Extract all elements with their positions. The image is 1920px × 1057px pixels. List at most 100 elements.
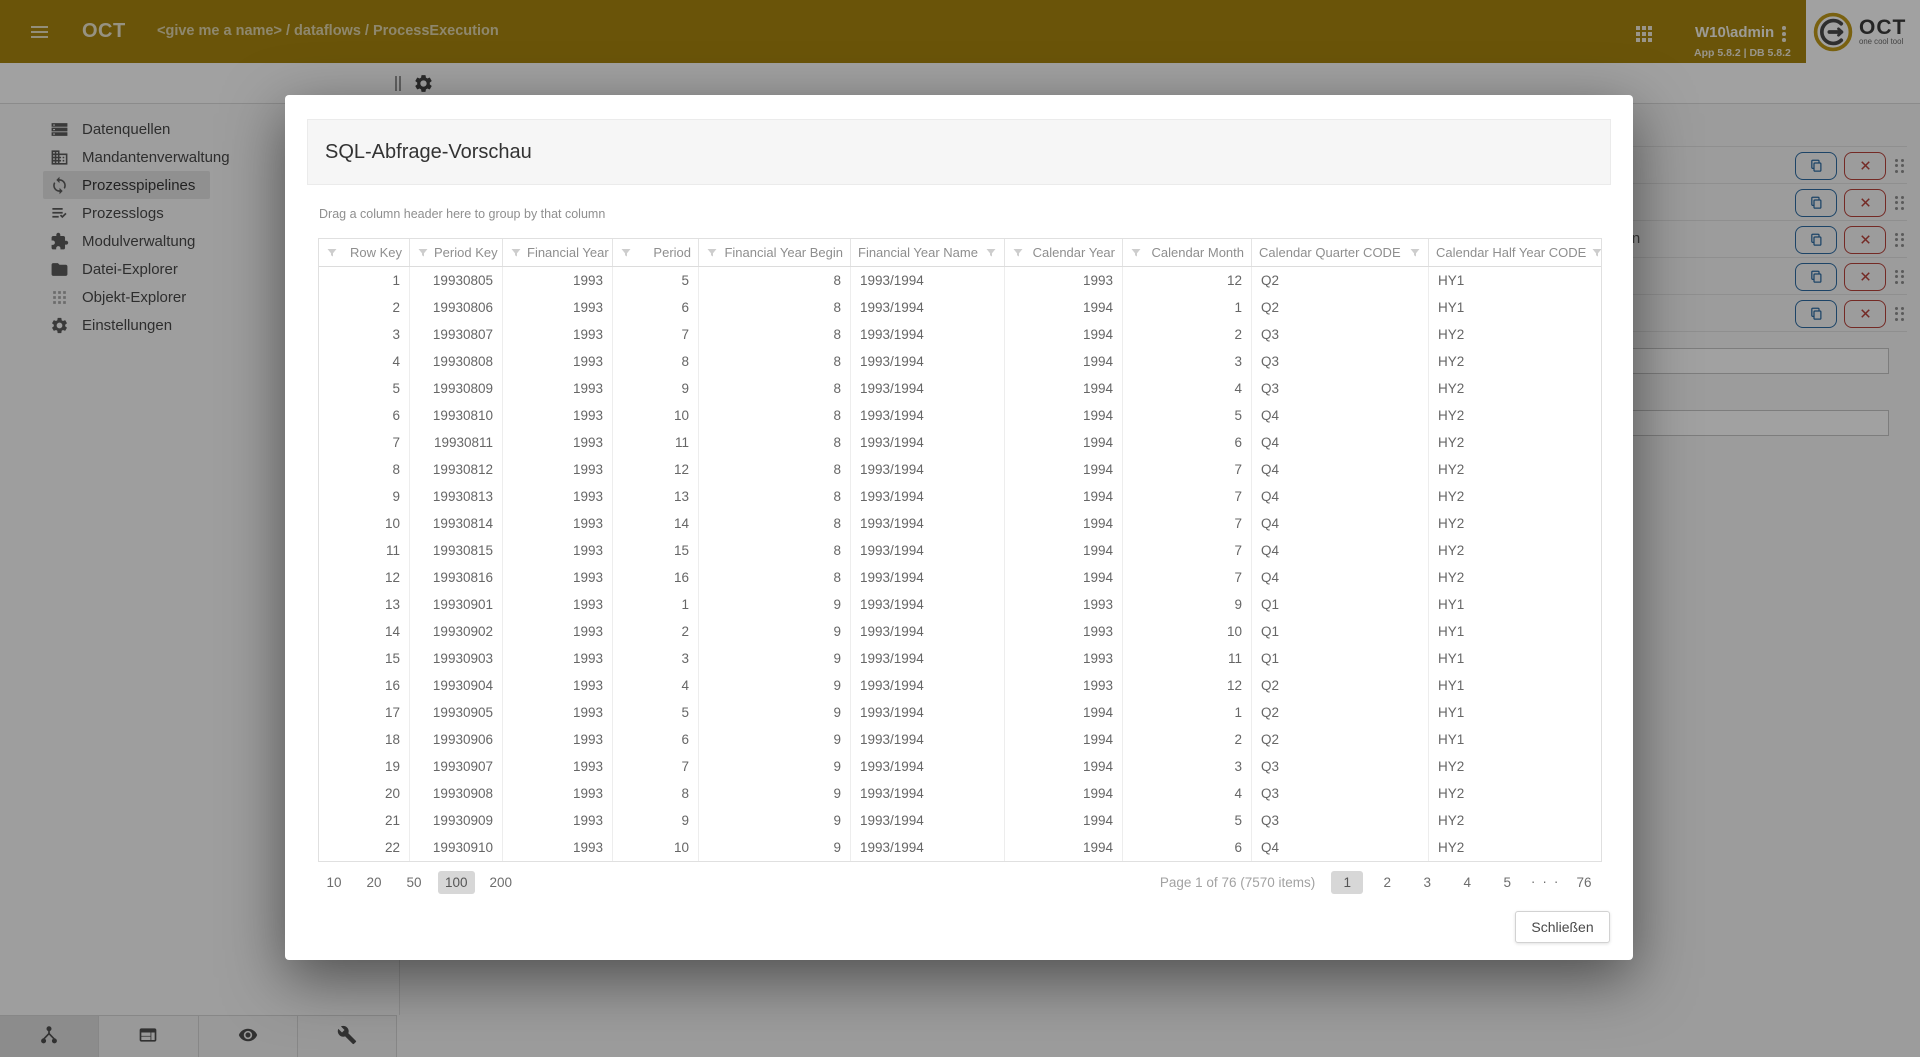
grid-cell: 1993/1994 [851, 591, 1005, 618]
grid-cell: HY1 [1429, 726, 1601, 753]
column-header-calendar-half-year-code[interactable]: Calendar Half Year CODE [1429, 239, 1601, 266]
column-header-financial-year[interactable]: Financial Year [503, 239, 613, 266]
grid-cell: 1993 [1005, 618, 1123, 645]
grid-cell: 8 [699, 456, 851, 483]
filter-icon[interactable] [510, 247, 522, 259]
grid-cell: Q4 [1252, 429, 1429, 456]
grid-cell: 1993/1994 [851, 726, 1005, 753]
column-header-financial-year-begin[interactable]: Financial Year Begin [699, 239, 851, 266]
grid-cell: 1993 [1005, 267, 1123, 294]
filter-icon[interactable] [1130, 247, 1142, 259]
grid-cell: 9 [699, 807, 851, 834]
page-buttons: 12345. . .76 [1331, 871, 1600, 894]
grid-cell: 1993/1994 [851, 537, 1005, 564]
sql-preview-dialog: SQL-Abfrage-Vorschau Drag a column heade… [285, 95, 1633, 960]
grid-cell: 1993/1994 [851, 348, 1005, 375]
grid-cell: 14 [613, 510, 699, 537]
filter-icon[interactable] [985, 247, 997, 259]
grid-row: 71993081119931181993/199419946Q4HY2 [319, 429, 1601, 456]
grid-cell: 1994 [1005, 780, 1123, 807]
grid-cell: 19930807 [410, 321, 503, 348]
grid-cell: HY2 [1429, 375, 1601, 402]
grid-cell: 1993 [503, 537, 613, 564]
grid-cell: 8 [699, 483, 851, 510]
page-size-10[interactable]: 10 [318, 871, 350, 894]
filter-icon[interactable] [1591, 247, 1601, 259]
page-button-2[interactable]: 2 [1371, 871, 1403, 894]
grid-cell: 2 [319, 294, 410, 321]
grid-cell: 1994 [1005, 537, 1123, 564]
page-button-1[interactable]: 1 [1331, 871, 1363, 894]
grid-row: 3199308071993781993/199419942Q3HY2 [319, 321, 1601, 348]
grid-cell: 1993/1994 [851, 807, 1005, 834]
column-header-period-key[interactable]: Period Key [410, 239, 503, 266]
grid-body: 1199308051993581993/1994199312Q2HY121993… [319, 267, 1601, 861]
grid-cell: HY2 [1429, 807, 1601, 834]
grid-cell: 1993 [503, 510, 613, 537]
column-header-row-key[interactable]: Row Key [319, 239, 410, 266]
page-button-4[interactable]: 4 [1451, 871, 1483, 894]
grid-cell: 2 [613, 618, 699, 645]
grid-cell: 4 [1123, 780, 1252, 807]
grid-row: 5199308091993981993/199419944Q3HY2 [319, 375, 1601, 402]
column-header-calendar-year[interactable]: Calendar Year [1005, 239, 1123, 266]
grid-cell: 11 [1123, 645, 1252, 672]
filter-icon[interactable] [620, 247, 632, 259]
filter-icon[interactable] [1012, 247, 1024, 259]
column-header-calendar-quarter-code[interactable]: Calendar Quarter CODE [1252, 239, 1429, 266]
page-button-76[interactable]: 76 [1568, 871, 1600, 894]
grid-cell: HY2 [1429, 780, 1601, 807]
grid-cell: 9 [699, 780, 851, 807]
grid-cell: 13 [613, 483, 699, 510]
grid-cell: HY1 [1429, 618, 1601, 645]
grid-row: 2199308061993681993/199419941Q2HY1 [319, 294, 1601, 321]
grid-cell: 19930902 [410, 618, 503, 645]
grid-cell: 2 [1123, 726, 1252, 753]
grid-cell: 7 [1123, 456, 1252, 483]
filter-icon[interactable] [1409, 247, 1421, 259]
grid-cell: Q2 [1252, 699, 1429, 726]
grid-cell: 1994 [1005, 510, 1123, 537]
grid-cell: 1993 [503, 780, 613, 807]
grid-cell: HY2 [1429, 510, 1601, 537]
filter-icon[interactable] [326, 247, 338, 259]
grid-cell: 1993 [503, 402, 613, 429]
column-header-financial-year-name[interactable]: Financial Year Name [851, 239, 1005, 266]
grid-cell: 8 [699, 564, 851, 591]
grid-cell: Q4 [1252, 564, 1429, 591]
group-panel[interactable]: Drag a column header here to group by th… [319, 207, 605, 221]
page-button-5[interactable]: 5 [1491, 871, 1523, 894]
filter-icon[interactable] [417, 247, 429, 259]
column-header-period[interactable]: Period [613, 239, 699, 266]
grid-cell: 1993/1994 [851, 564, 1005, 591]
grid-cell: Q2 [1252, 726, 1429, 753]
close-button[interactable]: Schließen [1515, 911, 1610, 943]
grid-row: 4199308081993881993/199419943Q3HY2 [319, 348, 1601, 375]
column-label: Calendar Half Year CODE [1436, 245, 1586, 260]
page-size-20[interactable]: 20 [358, 871, 390, 894]
page-size-100[interactable]: 100 [438, 871, 475, 894]
grid-cell: 1993/1994 [851, 267, 1005, 294]
grid-cell: 4 [1123, 375, 1252, 402]
grid-cell: 8 [319, 456, 410, 483]
grid-cell: 1 [1123, 699, 1252, 726]
grid-cell: 1993/1994 [851, 672, 1005, 699]
filter-icon[interactable] [706, 247, 718, 259]
page-size-50[interactable]: 50 [398, 871, 430, 894]
page-button-3[interactable]: 3 [1411, 871, 1443, 894]
grid-row: 101993081419931481993/199419947Q4HY2 [319, 510, 1601, 537]
grid-cell: HY2 [1429, 564, 1601, 591]
column-label: Financial Year Name [858, 245, 978, 260]
grid-cell: 1994 [1005, 348, 1123, 375]
grid-cell: 1993/1994 [851, 321, 1005, 348]
grid-cell: 1994 [1005, 456, 1123, 483]
grid-cell: 19930909 [410, 807, 503, 834]
grid-row: 111993081519931581993/199419947Q4HY2 [319, 537, 1601, 564]
column-label: Calendar Month [1152, 245, 1245, 260]
grid-cell: 8 [699, 429, 851, 456]
grid-cell: 1993/1994 [851, 618, 1005, 645]
grid-row: 13199309011993191993/199419939Q1HY1 [319, 591, 1601, 618]
grid-cell: HY1 [1429, 591, 1601, 618]
column-header-calendar-month[interactable]: Calendar Month [1123, 239, 1252, 266]
page-size-200[interactable]: 200 [483, 871, 520, 894]
